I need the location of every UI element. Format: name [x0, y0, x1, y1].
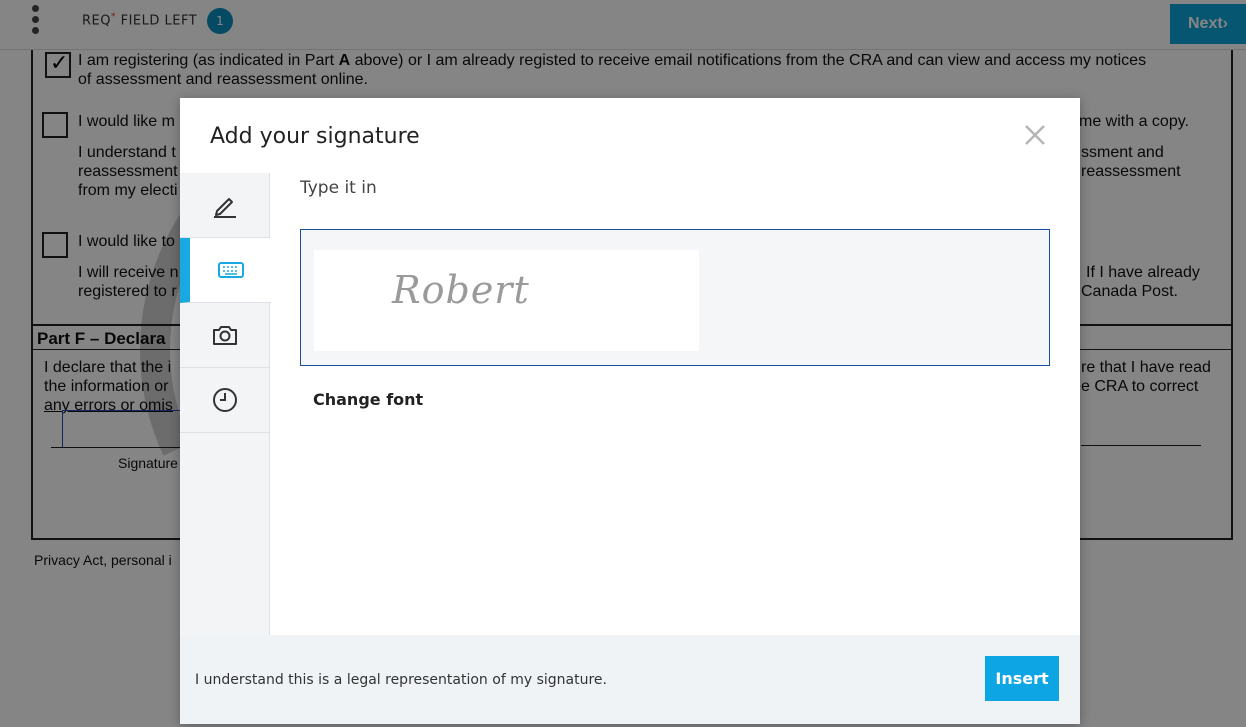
insert-button[interactable]: Insert — [985, 656, 1059, 701]
signature-dialog: Add your signature Type it in Robert Cha… — [180, 98, 1080, 724]
camera-icon — [213, 326, 237, 345]
tab-upload[interactable] — [180, 303, 270, 368]
signature-method-tabs — [180, 173, 271, 635]
signature-text: Robert — [392, 268, 530, 312]
clock-icon — [213, 388, 237, 412]
tab-recent[interactable] — [180, 368, 270, 433]
tab-type[interactable] — [180, 238, 271, 303]
signature-preview: Robert — [314, 250, 699, 351]
pen-icon — [214, 198, 236, 218]
close-button[interactable] — [1022, 122, 1048, 148]
dialog-title: Add your signature — [210, 124, 420, 149]
tab-draw[interactable] — [180, 173, 270, 238]
dialog-footer: I understand this is a legal representat… — [180, 635, 1080, 724]
section-label: Type it in — [300, 178, 377, 198]
change-font-link[interactable]: Change font — [313, 390, 423, 409]
signature-input-area[interactable]: Robert — [300, 229, 1050, 366]
close-icon — [1025, 125, 1045, 145]
legal-notice: I understand this is a legal representat… — [195, 672, 607, 688]
keyboard-icon — [217, 262, 244, 278]
